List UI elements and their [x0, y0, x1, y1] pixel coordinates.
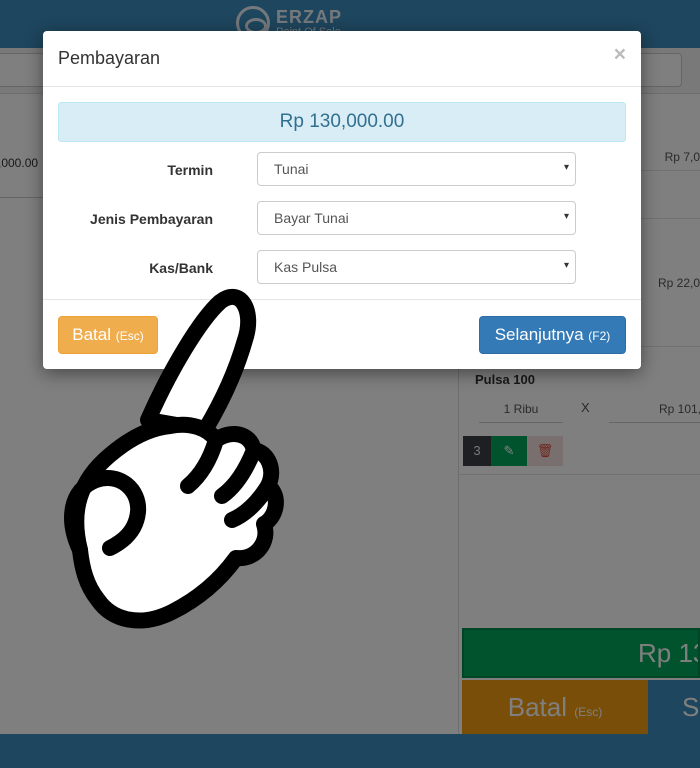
close-icon[interactable]: × [614, 43, 626, 67]
chevron-down-icon: ▾ [563, 162, 569, 173]
payment-type-label: Jenis Pembayaran [90, 211, 213, 227]
termin-row: Termin Tunai ▾ [58, 142, 626, 191]
payment-amount: Rp 130,000.00 [58, 102, 626, 142]
next-shortcut: (F2) [588, 329, 611, 343]
modal-body: Rp 130,000.00 Termin Tunai ▾ Jenis Pemba… [43, 87, 641, 289]
chevron-down-icon: ▾ [563, 260, 569, 271]
cash-bank-label: Kas/Bank [149, 260, 213, 276]
pointing-hand-icon [64, 288, 284, 629]
termin-value: Tunai [274, 161, 309, 177]
cash-bank-select[interactable]: Kas Pulsa ▾ [257, 250, 576, 284]
chevron-down-icon: ▾ [563, 211, 569, 222]
next-label: Selanjutnya [494, 325, 584, 344]
payment-type-row: Jenis Pembayaran Bayar Tunai ▾ [58, 191, 626, 240]
next-button[interactable]: Selanjutnya (F2) [479, 316, 626, 354]
payment-type-value: Bayar Tunai [274, 210, 349, 226]
payment-type-select[interactable]: Bayar Tunai ▾ [257, 201, 576, 235]
termin-label: Termin [167, 162, 213, 178]
cash-bank-value: Kas Pulsa [274, 259, 338, 275]
modal-title: Pembayaran [58, 48, 161, 68]
termin-select[interactable]: Tunai ▾ [257, 152, 576, 186]
modal-header: Pembayaran × [43, 31, 641, 87]
